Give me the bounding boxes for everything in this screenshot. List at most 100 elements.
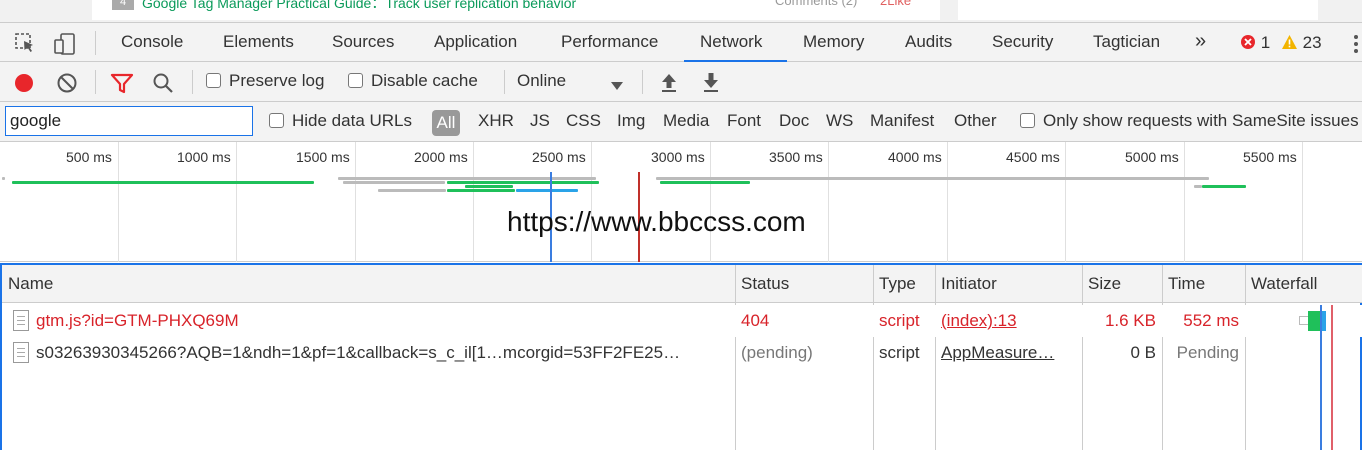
tab-network[interactable]: Network [700, 32, 762, 52]
dropdown-arrow-icon[interactable] [611, 76, 623, 96]
column-header-initiator[interactable]: Initiator [941, 274, 997, 294]
like-count[interactable]: 2Like [880, 0, 911, 8]
disable-cache-label: Disable cache [371, 71, 478, 90]
inspect-element-icon[interactable] [14, 32, 36, 59]
grid-line [591, 142, 592, 262]
issue-counts[interactable]: 1 23 [1240, 33, 1322, 53]
request-time: Pending [1176, 343, 1239, 362]
request-name: s03263930345266?AQB=1&ndh=1&pf=1&callbac… [36, 343, 681, 362]
grid-line [1302, 142, 1303, 262]
throttling-value: Online [517, 71, 567, 90]
grid-line [355, 142, 356, 262]
column-header-time[interactable]: Time [1168, 274, 1205, 294]
checkbox-box [348, 73, 363, 88]
tab-sources[interactable]: Sources [332, 32, 394, 52]
export-har-icon[interactable] [701, 71, 721, 98]
tab-security[interactable]: Security [992, 32, 1053, 52]
side-card [958, 0, 1318, 20]
waterfall-load-line [1331, 305, 1333, 450]
request-bar [1194, 185, 1202, 188]
checkbox-box [1020, 113, 1035, 128]
column-header-name[interactable]: Name [8, 274, 53, 294]
tick-label: 4000 ms [888, 149, 942, 165]
grid-line [1065, 142, 1066, 262]
tab-application[interactable]: Application [434, 32, 517, 52]
request-initiator-link[interactable]: (index):13 [941, 311, 1017, 331]
network-overview[interactable]: 500 ms 1000 ms 1500 ms 2000 ms 2500 ms 3… [0, 142, 1362, 262]
preserve-log-checkbox[interactable]: Preserve log [206, 71, 324, 91]
column-header-status[interactable]: Status [741, 274, 789, 294]
tick-label: 3500 ms [769, 149, 823, 165]
clear-icon[interactable] [56, 72, 78, 99]
column-header-size[interactable]: Size [1088, 274, 1121, 294]
type-filter-ws[interactable]: WS [826, 111, 853, 131]
grid-line [828, 142, 829, 262]
watermark-text: https://www.bbccss.com [507, 206, 806, 237]
tab-audits[interactable]: Audits [905, 32, 952, 52]
kebab-menu-icon[interactable] [1352, 33, 1360, 60]
checkbox-box [206, 73, 221, 88]
type-filter-other[interactable]: Other [954, 111, 997, 131]
column-header-type[interactable]: Type [879, 274, 916, 294]
type-filter-img[interactable]: Img [617, 111, 645, 131]
table-row[interactable]: gtm.js?id=GTM-PHXQ69M 404 script (index)… [2, 305, 1362, 337]
request-bar [12, 181, 314, 184]
filter-input[interactable] [5, 106, 253, 136]
request-bar [447, 189, 515, 192]
tick-label: 500 ms [66, 149, 112, 165]
disable-cache-checkbox[interactable]: Disable cache [348, 71, 478, 91]
grid-line [118, 142, 119, 262]
throttling-select[interactable]: Online [517, 71, 566, 91]
filter-bar: Hide data URLs All XHR JS CSS Img Media … [0, 102, 1362, 142]
document-icon [13, 310, 29, 331]
tab-elements[interactable]: Elements [223, 32, 294, 52]
type-filter-css[interactable]: CSS [566, 111, 601, 131]
separator [95, 31, 96, 55]
request-size: 1.6 KB [1104, 311, 1156, 330]
request-status: 404 [741, 311, 770, 330]
comments-count[interactable]: Comments (2) [775, 0, 857, 8]
tick-label: 4500 ms [1006, 149, 1060, 165]
request-size: 0 B [1130, 343, 1156, 362]
samesite-checkbox[interactable]: Only show requests with SameSite issues [1020, 111, 1359, 131]
filter-icon[interactable] [110, 72, 134, 99]
type-filter-media[interactable]: Media [663, 111, 709, 131]
type-filter-manifest[interactable]: Manifest [870, 111, 934, 131]
table-row[interactable]: s03263930345266?AQB=1&ndh=1&pf=1&callbac… [2, 337, 1362, 369]
type-filter-js[interactable]: JS [530, 111, 550, 131]
type-filter-all[interactable]: All [432, 110, 460, 136]
tab-console[interactable]: Console [121, 32, 183, 52]
hide-data-urls-checkbox[interactable]: Hide data URLs [269, 111, 412, 131]
request-bar [516, 189, 578, 192]
grid-line [947, 142, 948, 262]
more-tabs-icon[interactable]: » [1195, 30, 1206, 53]
checkbox-box [269, 113, 284, 128]
type-filter-xhr[interactable]: XHR [478, 111, 514, 131]
tab-tagtician[interactable]: Tagtician [1093, 32, 1160, 52]
table-header: Name Status Type Initiator Size Time Wat… [2, 265, 1362, 303]
preserve-log-label: Preserve log [229, 71, 325, 90]
error-count: 1 [1260, 33, 1271, 52]
search-icon[interactable] [152, 72, 174, 99]
column-header-waterfall[interactable]: Waterfall [1251, 274, 1317, 294]
request-bar [656, 177, 1209, 180]
warning-icon [1281, 35, 1297, 49]
article-link[interactable]: Google Tag Manager Practical Guide：Track… [142, 0, 576, 13]
tab-performance[interactable]: Performance [561, 32, 658, 52]
device-toolbar-icon[interactable] [53, 32, 77, 61]
import-har-icon[interactable] [659, 71, 679, 98]
request-status: (pending) [741, 343, 813, 362]
tick-label: 2500 ms [532, 149, 586, 165]
grid-line [473, 142, 474, 262]
page-content-strip: 4 Google Tag Manager Practical Guide：Tra… [0, 0, 1362, 22]
request-initiator-link[interactable]: AppMeasure… [941, 343, 1073, 363]
tab-memory[interactable]: Memory [803, 32, 864, 52]
type-filter-doc[interactable]: Doc [779, 111, 809, 131]
type-filter-font[interactable]: Font [727, 111, 761, 131]
request-bar [447, 181, 599, 184]
request-bar [343, 181, 445, 184]
grid-line [236, 142, 237, 262]
network-toolbar: Preserve log Disable cache Online [0, 62, 1362, 102]
record-icon[interactable] [13, 72, 35, 99]
request-bar [378, 189, 446, 192]
